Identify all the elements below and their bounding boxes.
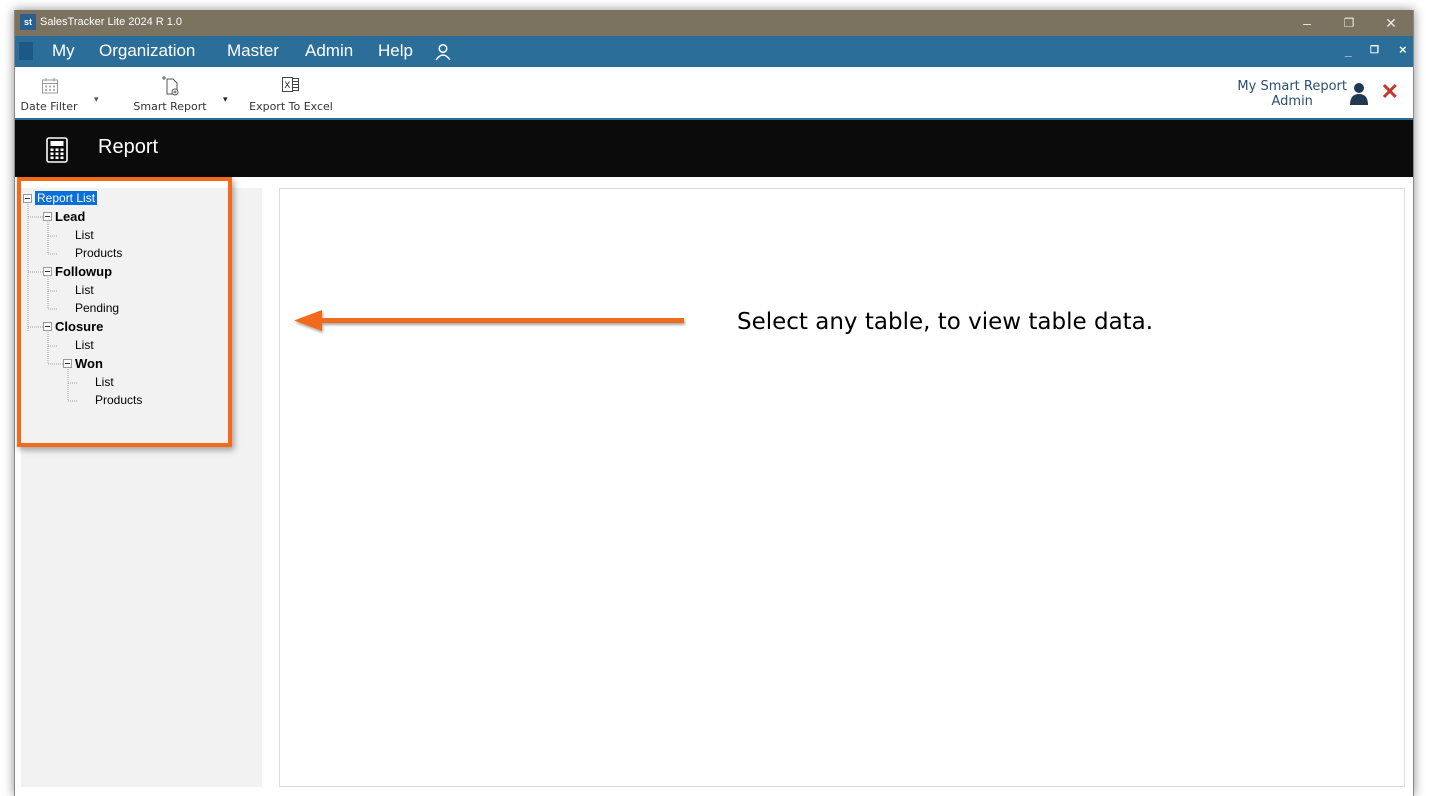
close-window-button[interactable]: ✕ xyxy=(1371,10,1411,36)
app-logo-icon: st xyxy=(20,14,36,30)
mdi-restore-button[interactable]: ❐ xyxy=(1370,45,1379,56)
close-report-button[interactable]: ✕ xyxy=(1381,81,1399,103)
new-report-icon xyxy=(162,76,179,96)
mdi-close-button[interactable]: × xyxy=(1399,42,1407,57)
annotation-hint-text: Select any table, to view table data. xyxy=(737,309,1154,335)
menu-handle xyxy=(19,42,33,60)
menu-bar: My Organization Master Admin Help _ ❐ × xyxy=(15,36,1413,67)
excel-icon: X xyxy=(282,77,299,92)
page-title: Report xyxy=(98,136,159,158)
person-icon[interactable] xyxy=(434,43,452,61)
menu-item-admin[interactable]: Admin xyxy=(305,41,353,61)
restore-window-button[interactable]: ❐ xyxy=(1329,10,1369,36)
menu-item-organization[interactable]: Organization xyxy=(99,41,195,61)
calculator-icon xyxy=(46,137,68,163)
minimize-window-button[interactable]: – xyxy=(1287,10,1327,36)
svg-text:X: X xyxy=(284,81,290,91)
annotation-arrow-icon xyxy=(294,310,684,331)
export-to-excel-label: Export To Excel xyxy=(249,100,333,113)
window-title: SalesTracker Lite 2024 R 1.0 xyxy=(40,16,183,28)
export-to-excel-button[interactable]: X Export To Excel xyxy=(241,67,341,118)
date-filter-label: Date Filter xyxy=(20,100,78,113)
page-header: Report xyxy=(15,120,1413,177)
toolbar: Date Filter ▾ Smart Report ▾ X Export To… xyxy=(15,67,1413,120)
date-filter-button[interactable]: Date Filter xyxy=(15,67,83,118)
menu-item-master[interactable]: Master xyxy=(227,41,279,61)
smart-report-dropdown-icon[interactable]: ▾ xyxy=(223,94,228,105)
smart-report-title: My Smart Report xyxy=(1237,79,1347,94)
user-avatar-icon[interactable] xyxy=(1349,82,1369,106)
menu-item-help[interactable]: Help xyxy=(378,41,413,61)
calendar-icon xyxy=(42,78,58,94)
profile-block[interactable]: My Smart Report Admin xyxy=(1237,79,1347,109)
date-filter-dropdown-icon[interactable]: ▾ xyxy=(94,94,99,105)
annotation-highlight-box xyxy=(17,177,232,447)
title-bar: st SalesTracker Lite 2024 R 1.0 – ❐ ✕ xyxy=(15,10,1413,36)
menu-item-my[interactable]: My xyxy=(52,41,75,61)
smart-report-button[interactable]: Smart Report xyxy=(125,67,215,118)
smart-report-label: Smart Report xyxy=(133,100,207,113)
current-user-name: Admin xyxy=(1271,94,1313,109)
table-data-panel xyxy=(279,188,1405,787)
screenshot-frame: st SalesTracker Lite 2024 R 1.0 – ❐ ✕ My… xyxy=(0,0,1429,796)
mdi-minimize-button[interactable]: _ xyxy=(1345,44,1352,58)
